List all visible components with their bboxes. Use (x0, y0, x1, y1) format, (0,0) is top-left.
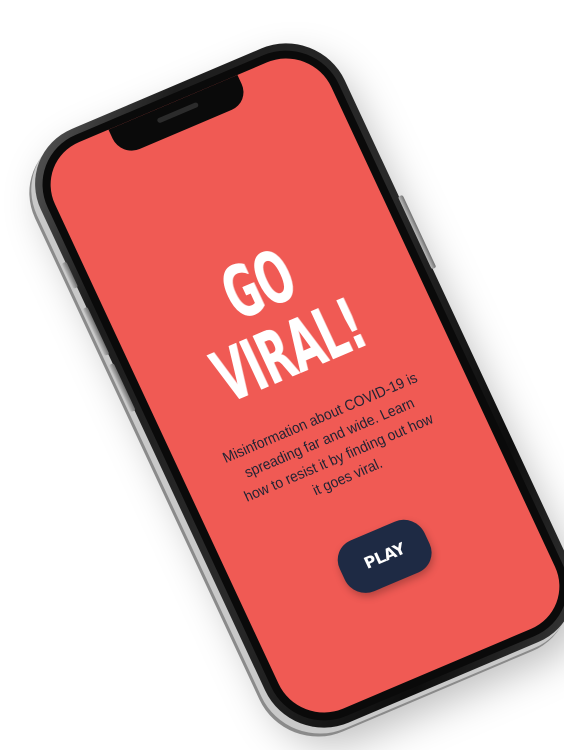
stage: GO VIRAL! Misinformation about COVID-19 … (0, 0, 564, 750)
play-button[interactable]: PLAY (330, 512, 439, 600)
screen-content: GO VIRAL! Misinformation about COVID-19 … (111, 207, 535, 641)
phone-device: GO VIRAL! Misinformation about COVID-19 … (14, 24, 564, 747)
